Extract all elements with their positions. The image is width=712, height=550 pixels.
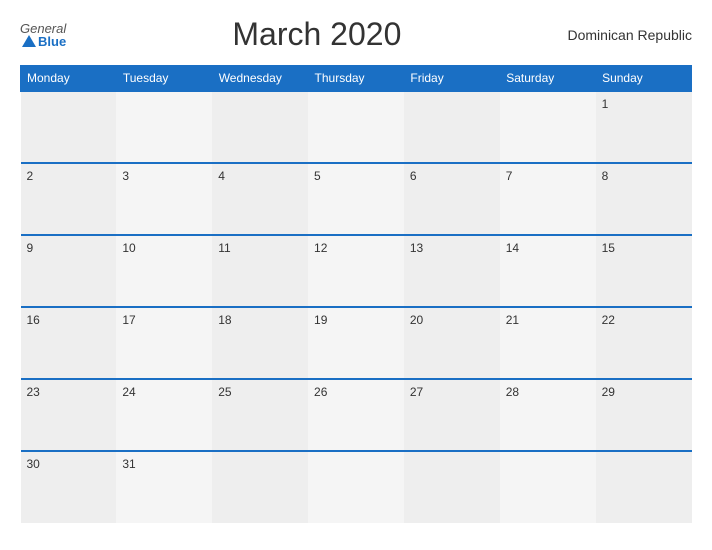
day-number: 18 [218, 313, 231, 327]
month-title: March 2020 [232, 16, 401, 53]
calendar-cell [116, 91, 212, 163]
day-number: 27 [410, 385, 423, 399]
calendar-cell [21, 91, 117, 163]
calendar-table: MondayTuesdayWednesdayThursdayFridaySatu… [20, 65, 692, 523]
calendar-cell: 23 [21, 379, 117, 451]
calendar-cell: 15 [596, 235, 692, 307]
day-number: 28 [506, 385, 519, 399]
day-number: 4 [218, 169, 225, 183]
calendar-cell: 2 [21, 163, 117, 235]
calendar-body: 1234567891011121314151617181920212223242… [21, 91, 692, 523]
calendar-cell: 27 [404, 379, 500, 451]
day-number: 25 [218, 385, 231, 399]
day-number: 2 [27, 169, 34, 183]
day-number: 16 [27, 313, 40, 327]
calendar-week-5: 23 24 25 26 27 28 29 [21, 379, 692, 451]
calendar-cell: 31 [116, 451, 212, 523]
calendar-cell [308, 91, 404, 163]
weekday-tuesday: Tuesday [116, 66, 212, 92]
calendar-week-2: 2 3 4 5 6 7 8 [21, 163, 692, 235]
day-number: 24 [122, 385, 135, 399]
calendar-week-3: 9 10 11 12 13 14 15 [21, 235, 692, 307]
day-number: 13 [410, 241, 423, 255]
day-number: 1 [602, 97, 609, 111]
day-number: 19 [314, 313, 327, 327]
calendar-cell: 28 [500, 379, 596, 451]
calendar-cell: 30 [21, 451, 117, 523]
weekday-header-row: MondayTuesdayWednesdayThursdayFridaySatu… [21, 66, 692, 92]
calendar-header: MondayTuesdayWednesdayThursdayFridaySatu… [21, 66, 692, 92]
day-number: 11 [218, 241, 230, 255]
day-number: 22 [602, 313, 615, 327]
day-number: 8 [602, 169, 609, 183]
day-number: 9 [27, 241, 34, 255]
day-number: 12 [314, 241, 327, 255]
logo: General Blue [20, 22, 66, 48]
logo-blue-text: Blue [20, 35, 66, 48]
calendar-cell: 22 [596, 307, 692, 379]
calendar-cell: 21 [500, 307, 596, 379]
day-number: 14 [506, 241, 519, 255]
day-number: 3 [122, 169, 129, 183]
calendar-cell: 17 [116, 307, 212, 379]
calendar-week-4: 16 17 18 19 20 21 22 [21, 307, 692, 379]
calendar-cell: 14 [500, 235, 596, 307]
calendar-cell [404, 451, 500, 523]
calendar-cell [404, 91, 500, 163]
calendar-cell: 3 [116, 163, 212, 235]
calendar-cell: 8 [596, 163, 692, 235]
calendar-week-1: 1 [21, 91, 692, 163]
calendar-cell [596, 451, 692, 523]
calendar-cell: 19 [308, 307, 404, 379]
day-number: 20 [410, 313, 423, 327]
logo-triangle-icon [22, 35, 36, 47]
day-number: 7 [506, 169, 513, 183]
calendar-cell [500, 451, 596, 523]
weekday-monday: Monday [21, 66, 117, 92]
country-label: Dominican Republic [567, 27, 692, 43]
day-number: 30 [27, 457, 40, 471]
calendar-cell [308, 451, 404, 523]
calendar-cell: 29 [596, 379, 692, 451]
calendar-cell [500, 91, 596, 163]
day-number: 29 [602, 385, 615, 399]
calendar-cell: 13 [404, 235, 500, 307]
page-header: General Blue March 2020 Dominican Republ… [20, 16, 692, 53]
weekday-saturday: Saturday [500, 66, 596, 92]
calendar-cell: 12 [308, 235, 404, 307]
calendar-cell: 5 [308, 163, 404, 235]
calendar-cell: 9 [21, 235, 117, 307]
day-number: 5 [314, 169, 321, 183]
day-number: 31 [122, 457, 135, 471]
calendar-cell: 20 [404, 307, 500, 379]
logo-general-text: General [20, 22, 66, 35]
day-number: 17 [122, 313, 135, 327]
day-number: 21 [506, 313, 519, 327]
calendar-cell: 10 [116, 235, 212, 307]
day-number: 26 [314, 385, 327, 399]
weekday-wednesday: Wednesday [212, 66, 308, 92]
weekday-sunday: Sunday [596, 66, 692, 92]
calendar-week-6: 30 31 [21, 451, 692, 523]
day-number: 15 [602, 241, 615, 255]
calendar-cell: 11 [212, 235, 308, 307]
weekday-thursday: Thursday [308, 66, 404, 92]
calendar-cell: 1 [596, 91, 692, 163]
day-number: 6 [410, 169, 417, 183]
calendar-cell: 26 [308, 379, 404, 451]
day-number: 10 [122, 241, 135, 255]
calendar-cell: 16 [21, 307, 117, 379]
calendar-cell: 7 [500, 163, 596, 235]
calendar-cell [212, 91, 308, 163]
calendar-cell: 24 [116, 379, 212, 451]
weekday-friday: Friday [404, 66, 500, 92]
calendar-cell: 4 [212, 163, 308, 235]
calendar-cell [212, 451, 308, 523]
calendar-cell: 6 [404, 163, 500, 235]
calendar-cell: 18 [212, 307, 308, 379]
day-number: 23 [27, 385, 40, 399]
calendar-cell: 25 [212, 379, 308, 451]
